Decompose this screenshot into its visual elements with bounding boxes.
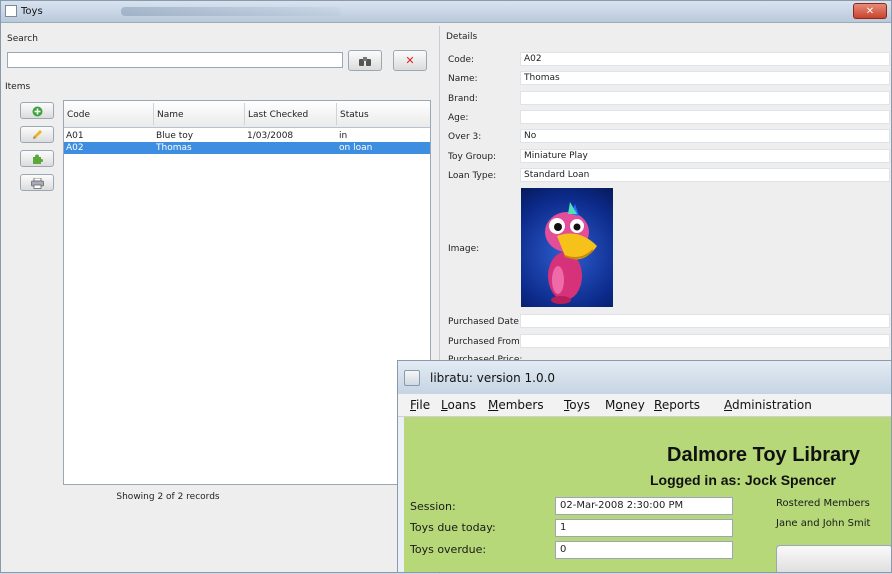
menu-loans[interactable]: Loans <box>441 398 476 412</box>
menu-members[interactable]: Members <box>488 398 544 412</box>
menu-file[interactable]: File <box>410 398 430 412</box>
detail-label-loan-type: Loan Type: <box>448 171 497 181</box>
column-separator <box>336 103 337 125</box>
detail-field-purchased-date[interactable] <box>520 314 890 328</box>
menu-label: ile <box>416 398 431 412</box>
detail-label-purchased-from: Purchased From: <box>448 337 523 347</box>
detail-field-over-3[interactable]: No <box>520 129 890 143</box>
records-count: Showing 2 of 2 records <box>116 492 220 502</box>
plus-circle-icon <box>32 106 42 117</box>
search-label: Search <box>7 34 38 44</box>
library-name: Dalmore Toy Library <box>667 444 861 466</box>
detail-label-purchased-date: Purchased Date: <box>448 317 522 327</box>
menu-toys[interactable]: Toys <box>564 398 590 412</box>
toy-photo[interactable] <box>521 188 613 307</box>
cell-status: in <box>339 131 348 141</box>
blurred-titlebar-text <box>121 7 341 16</box>
puzzle-item-button[interactable] <box>20 150 54 167</box>
detail-label-over-3: Over 3: <box>448 132 482 142</box>
toys-window-title: Toys <box>21 6 43 17</box>
table-row-selected[interactable]: A02 Thomas on loan <box>64 142 430 154</box>
detail-field-loan-type[interactable]: Standard Loan <box>520 168 890 182</box>
cell-last-checked: 1/03/2008 <box>247 131 294 141</box>
add-item-button[interactable] <box>20 102 54 119</box>
clear-search-button[interactable]: ✕ <box>393 50 427 71</box>
clear-x-icon: ✕ <box>405 54 415 67</box>
column-header-last-checked[interactable]: Last Checked <box>248 110 308 120</box>
binoculars-icon <box>359 57 371 66</box>
menu-bar: File Loans Members Toys Money Reports Ad… <box>398 394 891 417</box>
overdue-field[interactable]: 0 <box>555 541 733 559</box>
overdue-label: Toys overdue: <box>410 543 487 556</box>
main-window-title: libratu: version 1.0.0 <box>430 371 556 385</box>
items-table[interactable]: Code Name Last Checked Status A01 Blue t… <box>63 100 431 485</box>
edit-item-button[interactable] <box>20 126 54 143</box>
detail-field-brand[interactable] <box>520 91 890 105</box>
detail-label-age: Age: <box>448 113 469 123</box>
search-button[interactable] <box>348 50 382 71</box>
dashboard-button[interactable] <box>776 545 891 572</box>
rostered-members-label: Rostered Members <box>776 498 870 509</box>
java-icon <box>404 370 420 386</box>
detail-label-image: Image: <box>448 244 480 254</box>
puzzle-icon <box>33 154 43 164</box>
menu-administration[interactable]: Administration <box>724 398 812 412</box>
details-header: Details <box>446 32 478 42</box>
toys-titlebar[interactable]: Toys ✕ <box>1 1 891 23</box>
cell-status: on loan <box>339 143 373 153</box>
pencil-icon <box>33 130 42 139</box>
main-window: libratu: version 1.0.0 File Loans Member… <box>397 360 892 573</box>
detail-field-purchased-from[interactable] <box>520 334 890 348</box>
due-today-label: Toys due today: <box>410 521 496 534</box>
detail-label-name: Name: <box>448 74 478 84</box>
cell-name: Thomas <box>156 143 192 153</box>
column-header-name[interactable]: Name <box>157 110 184 120</box>
cell-code: A02 <box>66 143 84 153</box>
column-header-status[interactable]: Status <box>340 110 369 120</box>
session-label: Session: <box>410 500 456 513</box>
close-window-button[interactable]: ✕ <box>853 3 887 19</box>
column-separator <box>244 103 245 125</box>
printer-icon <box>30 177 44 189</box>
logged-in-text: Logged in as: Jock Spencer <box>650 472 836 488</box>
table-header: Code Name Last Checked Status <box>64 101 430 128</box>
detail-field-age[interactable] <box>520 110 890 124</box>
detail-label-brand: Brand: <box>448 94 478 104</box>
column-separator <box>153 103 154 125</box>
due-today-field[interactable]: 1 <box>555 519 733 537</box>
main-titlebar[interactable]: libratu: version 1.0.0 <box>398 361 891 394</box>
search-input[interactable] <box>7 52 343 68</box>
menu-reports[interactable]: Reports <box>654 398 700 412</box>
parrot-toy-image <box>545 202 597 304</box>
detail-label-toy-group: Toy Group: <box>448 152 497 162</box>
items-label: Items <box>5 82 31 92</box>
table-row[interactable]: A01 Blue toy 1/03/2008 in <box>64 130 430 142</box>
detail-field-code[interactable]: A02 <box>520 52 890 66</box>
session-field[interactable]: 02-Mar-2008 2:30:00 PM <box>555 497 733 515</box>
rostered-members-value: Jane and John Smit <box>776 518 871 529</box>
detail-field-name[interactable]: Thomas <box>520 71 890 85</box>
column-header-code[interactable]: Code <box>67 110 90 120</box>
cell-name: Blue toy <box>156 131 194 141</box>
cell-code: A01 <box>66 131 84 141</box>
app-icon <box>5 5 17 17</box>
print-button[interactable] <box>20 174 54 191</box>
menu-money[interactable]: Money <box>605 398 645 412</box>
detail-label-code: Code: <box>448 55 475 65</box>
detail-field-toy-group[interactable]: Miniature Play <box>520 149 890 163</box>
